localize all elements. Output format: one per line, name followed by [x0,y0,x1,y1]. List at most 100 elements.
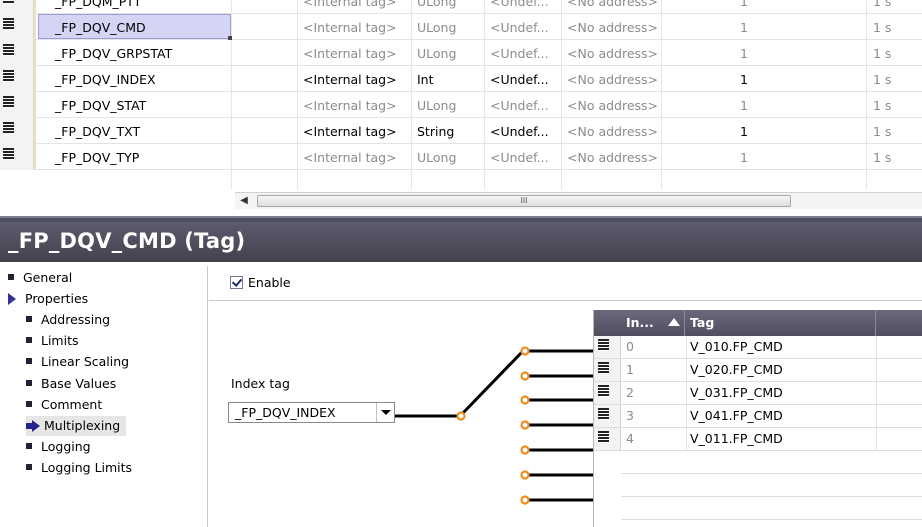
nav-item-base-values[interactable]: Base Values [26,374,122,394]
empty-grid-row[interactable] [621,497,922,520]
data-type-cell[interactable]: ULong [417,20,456,35]
row-handle[interactable] [0,118,34,144]
connection-cell[interactable]: <Internal tag> [303,98,397,113]
row-handle[interactable] [594,359,621,381]
cycle-cell[interactable]: 1 s [873,72,891,87]
cycle-cell[interactable]: 1 s [873,0,891,9]
tag-name-cell[interactable]: _FP_DQV_CMD [55,20,146,35]
grid-row[interactable]: 0 V_010.FP_CMD [594,336,922,359]
row-handle[interactable] [594,336,621,358]
nav-item-multiplexing[interactable]: Multiplexing [26,415,127,436]
table-row[interactable]: _FP_DQV_STAT <Internal tag> ULong <Undef...… [0,92,922,118]
address-cell[interactable]: <No address> [567,0,658,9]
acquisition-cell[interactable]: 1 [740,124,748,139]
acquisition-cell[interactable]: 1 [740,150,748,165]
grid-index-cell[interactable]: 3 [626,408,634,423]
grid-tag-cell[interactable]: V_031.FP_CMD [690,385,783,400]
connection-cell[interactable]: <Internal tag> [303,150,397,165]
table-row[interactable]: _FP_DQV_TXT <Internal tag> String <Undef...… [0,118,922,144]
row-handle[interactable] [0,40,34,66]
connection-cell[interactable]: <Internal tag> [303,46,397,61]
nav-item-comment[interactable]: Comment [26,395,108,415]
data-type-cell[interactable]: String [417,124,454,139]
table-row[interactable]: _FP_DQV_INDEX <Internal tag> Int <Undef... <… [0,66,922,92]
cycle-cell[interactable]: 1 s [873,46,891,61]
tag-name-cell[interactable]: _FP_DQV_INDEX [55,72,156,87]
grid-tag-cell[interactable]: V_041.FP_CMD [690,408,783,423]
acquisition-cell[interactable]: 1 [740,20,748,35]
scrollbar-thumb[interactable]: III [257,195,791,207]
grid-row[interactable]: 2 V_031.FP_CMD [594,382,922,405]
address-cell[interactable]: <No address> [567,20,658,35]
nav-item-addressing[interactable]: Addressing [26,310,116,330]
grid-tag-cell[interactable]: V_020.FP_CMD [690,362,783,377]
nav-item-limits[interactable]: Limits [26,331,85,351]
grid-index-cell[interactable]: 2 [626,385,634,400]
nav-item-general[interactable]: General [8,268,78,288]
grid-row[interactable]: 1 V_020.FP_CMD [594,359,922,382]
data-type-cell[interactable]: ULong [417,0,456,9]
acquisition-cell[interactable]: 1 [740,98,748,113]
plc-name-cell[interactable]: <Undef... [490,150,549,165]
row-handle[interactable] [594,382,621,404]
row-handle[interactable] [0,14,34,40]
tag-name-cell[interactable]: _FP_DQV_GRPSTAT [55,46,172,61]
plc-name-cell[interactable]: <Undef... [490,124,549,139]
grid-index-cell[interactable]: 1 [626,362,634,377]
nav-item-logging[interactable]: Logging [26,437,97,457]
index-column-header[interactable]: In... [621,310,685,336]
empty-grid-row[interactable] [621,474,922,497]
row-handle[interactable] [0,144,34,170]
table-row[interactable]: _FP_DQM_PTT <Internal tag> ULong <Undef... <… [0,0,922,14]
row-handle[interactable] [0,66,34,92]
grid-row[interactable]: 3 V_041.FP_CMD [594,405,922,428]
address-cell[interactable]: <No address> [567,124,658,139]
acquisition-cell[interactable]: 1 [740,72,748,87]
plc-name-cell[interactable]: <Undef... [490,72,549,87]
tag-column-header[interactable]: Tag [686,310,876,336]
scroll-left-arrow-icon[interactable]: ◀ [235,193,253,209]
table-row[interactable]: _FP_DQV_GRPSTAT <Internal tag> ULong <Undef… [0,40,922,66]
row-handle[interactable] [0,92,34,118]
tag-name-cell[interactable]: _FP_DQM_PTT [55,0,141,9]
grid-index-cell[interactable]: 0 [626,339,634,354]
row-handle[interactable] [0,0,34,14]
data-type-cell[interactable]: ULong [417,98,456,113]
nav-item-linear-scaling[interactable]: Linear Scaling [26,352,135,372]
plc-name-cell[interactable]: <Undef... [490,46,549,61]
address-cell[interactable]: <No address> [567,98,658,113]
table-row[interactable]: _FP_DQV_CMD <Internal tag> ULong <Undef... <… [0,14,922,40]
nav-item-logging-limits[interactable]: Logging Limits [26,458,138,478]
table-row[interactable]: _FP_DQV_TYP <Internal tag> ULong <Undef... <… [0,144,922,170]
nav-item-properties[interactable]: Properties [8,289,94,309]
cycle-cell[interactable]: 1 s [873,20,891,35]
cycle-cell[interactable]: 1 s [873,124,891,139]
connection-cell[interactable]: <Internal tag> [303,20,397,35]
acquisition-cell[interactable]: 1 [740,0,748,9]
connection-cell[interactable]: <Internal tag> [303,0,397,9]
tag-name-cell[interactable]: _FP_DQV_TXT [55,124,140,139]
connection-cell[interactable]: <Internal tag> [303,124,397,139]
row-handle[interactable] [594,428,621,450]
address-cell[interactable]: <No address> [567,46,658,61]
tag-name-cell[interactable]: _FP_DQV_STAT [55,98,146,113]
plc-name-cell[interactable]: <Undef... [490,0,549,9]
horizontal-scrollbar[interactable]: ◀ III [235,192,922,209]
grid-index-cell[interactable]: 4 [626,431,634,446]
grid-tag-cell[interactable]: V_011.FP_CMD [690,431,783,446]
empty-grid-row[interactable] [621,451,922,474]
data-type-cell[interactable]: ULong [417,46,456,61]
address-cell[interactable]: <No address> [567,72,658,87]
plc-name-cell[interactable]: <Undef... [490,98,549,113]
connection-cell[interactable]: <Internal tag> [303,72,397,87]
cycle-cell[interactable]: 1 s [873,98,891,113]
cycle-cell[interactable]: 1 s [873,150,891,165]
grid-row[interactable]: 4 V_011.FP_CMD [594,428,922,451]
data-type-cell[interactable]: Int [417,72,434,87]
address-cell[interactable]: <No address> [567,150,658,165]
plc-name-cell[interactable]: <Undef... [490,20,549,35]
grid-tag-cell[interactable]: V_010.FP_CMD [690,339,783,354]
tag-name-cell[interactable]: _FP_DQV_TYP [55,150,139,165]
data-type-cell[interactable]: ULong [417,150,456,165]
row-handle[interactable] [594,405,621,427]
